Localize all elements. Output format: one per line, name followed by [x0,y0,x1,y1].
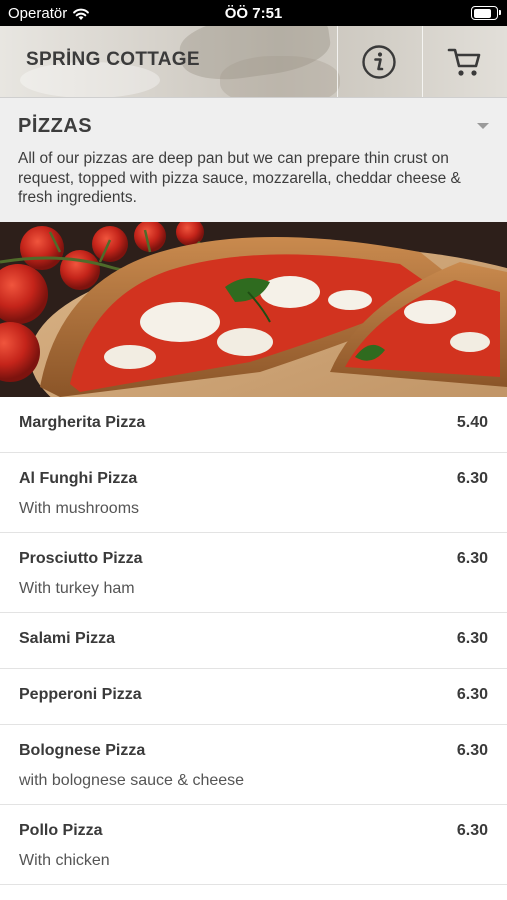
caret-down-icon[interactable] [477,123,489,129]
menu-item[interactable]: Salami Pizza 6.30 [0,613,507,669]
item-description: With turkey ham [19,580,135,597]
battery-icon [471,6,501,20]
info-button[interactable] [337,26,421,97]
item-price: 6.30 [456,630,488,647]
item-description: With chicken [19,852,110,869]
menu-item[interactable]: Margherita Pizza 5.40 [0,397,507,453]
menu-item[interactable]: Bolognese Pizza 6.30 with bolognese sauc… [0,725,507,805]
item-price: 6.30 [456,742,488,759]
item-price: 6.30 [456,822,488,839]
restaurant-name: SPRİNG COTTAGE [26,49,200,70]
menu-item[interactable]: Pepperoni Pizza 6.30 [0,669,507,725]
menu-item[interactable]: Prosciutto Pizza 6.30 With turkey ham [0,533,507,613]
item-name: Prosciutto Pizza [19,550,143,567]
item-name: Pepperoni Pizza [19,686,142,703]
item-name: Al Funghi Pizza [19,470,138,487]
pizza-photo-illustration [0,222,507,397]
category-section[interactable]: PİZZAS All of our pizzas are deep pan bu… [0,98,507,222]
app-header: SPRİNG COTTAGE [0,26,507,98]
category-description: All of our pizzas are deep pan but we ca… [18,150,461,206]
item-name: Pollo Pizza [19,822,103,839]
clock: ÖÖ 7:51 [224,5,283,22]
cart-icon [447,48,481,76]
item-description: with bolognese sauce & cheese [19,772,245,789]
menu-item[interactable]: Al Funghi Pizza 6.30 With mushrooms [0,453,507,533]
menu-list: Margherita Pizza 5.40 Al Funghi Pizza 6.… [0,397,507,885]
cart-button[interactable] [423,26,507,97]
item-description: With mushrooms [19,500,140,517]
category-title: PİZZAS [18,115,93,137]
item-name: Margherita Pizza [19,414,146,431]
item-price: 6.30 [456,686,488,703]
header-background-decoration [220,56,340,97]
menu-item[interactable]: Pollo Pizza 6.30 With chicken [0,805,507,885]
item-price: 6.30 [456,550,488,567]
item-name: Bolognese Pizza [19,742,146,759]
item-name: Salami Pizza [19,630,116,647]
item-price: 6.30 [456,470,488,487]
pizza-photo [0,222,507,397]
battery-level [473,8,492,18]
status-bar: Operatör ÖÖ 7:51 [0,0,507,26]
item-price: 5.40 [456,414,488,431]
info-icon [362,45,396,79]
